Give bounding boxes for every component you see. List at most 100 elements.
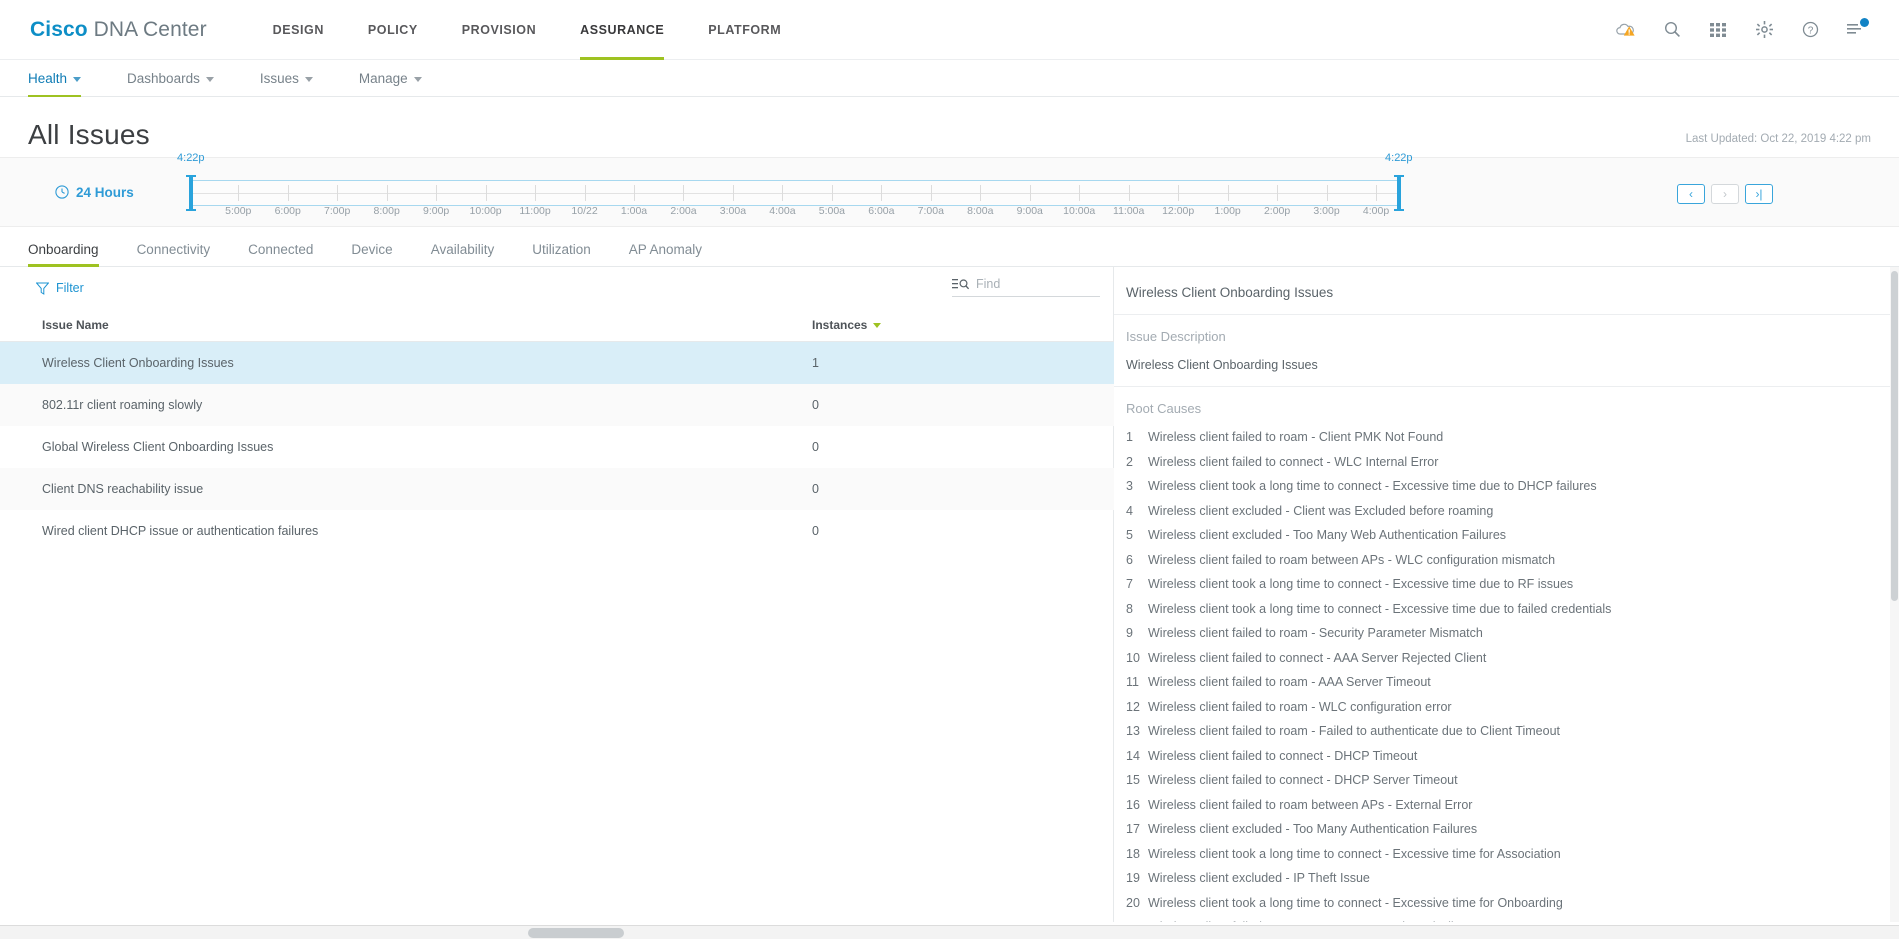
- issue-name-cell: Global Wireless Client Onboarding Issues: [42, 440, 274, 454]
- time-range-selector[interactable]: 24 Hours: [55, 185, 134, 200]
- tab-availability[interactable]: Availability: [431, 242, 495, 266]
- tab-utilization[interactable]: Utilization: [532, 242, 591, 266]
- issue-instances-cell: 0: [812, 384, 1114, 426]
- funnel-icon: [36, 282, 49, 295]
- issues-table: Issue Name Instances Wireless Client Onb…: [0, 309, 1114, 552]
- table-row[interactable]: 802.11r client roaming slowly 0: [0, 384, 1114, 426]
- root-cause-text: Wireless client failed to roam - AAA Ser…: [1148, 675, 1431, 689]
- root-cause-item: 9 Wireless client failed to roam - Securi…: [1126, 626, 1899, 640]
- root-cause-number: 14: [1126, 748, 1140, 763]
- root-cause-text: Wireless client failed to roam between A…: [1148, 552, 1556, 567]
- chevron-down-icon: [205, 76, 214, 82]
- app-window: Cisco DNA Center DESIGN POLICY PROVISION…: [0, 0, 1899, 939]
- tab-connected[interactable]: Connected: [248, 242, 313, 266]
- subnav-item-health[interactable]: Health: [28, 60, 97, 97]
- subnav-item-manage[interactable]: Manage: [359, 60, 438, 97]
- timeline-tick: [930, 185, 932, 201]
- root-cause-item: 19 Wireless client excluded - IP Theft Is…: [1126, 871, 1899, 885]
- timeline-tick: [1178, 185, 1180, 201]
- subnav-label-health: Health: [28, 70, 68, 86]
- root-cause-text: Wireless client took a long time to conn…: [1148, 601, 1612, 616]
- root-cause-number: 17: [1126, 822, 1140, 836]
- chevron-down-icon: [73, 76, 82, 82]
- timeline-tick: [485, 185, 487, 201]
- tab-connectivity[interactable]: Connectivity: [137, 242, 211, 266]
- root-cause-number: 7: [1126, 577, 1133, 591]
- nav-item-policy[interactable]: POLICY: [346, 0, 440, 60]
- timeline-tick: [386, 185, 388, 201]
- timeline-tick-label: 11:00p: [519, 205, 551, 217]
- cloud-warning-icon[interactable]: [1615, 19, 1637, 41]
- notifications-icon[interactable]: [1845, 17, 1869, 41]
- prev-button[interactable]: ‹: [1677, 184, 1705, 204]
- nav-item-assurance[interactable]: ASSURANCE: [558, 0, 686, 60]
- brand-bold: Cisco: [30, 17, 88, 41]
- subnav-item-dashboards[interactable]: Dashboards: [127, 60, 230, 97]
- nav-item-design[interactable]: DESIGN: [251, 0, 346, 60]
- column-header-instances[interactable]: Instances: [812, 309, 1114, 342]
- root-cause-text: Wireless client failed to roam between A…: [1148, 797, 1473, 812]
- timeline-tick: [683, 185, 685, 201]
- tab-onboarding[interactable]: Onboarding: [28, 242, 99, 267]
- page-title: All Issues: [28, 119, 150, 150]
- chevron-down-icon: [304, 76, 313, 82]
- timeline-track[interactable]: 5:00p 6:00p 7:00p 8:00p 9:00p 10:00p 11:00p 10/…: [177, 152, 1413, 218]
- root-cause-number: 16: [1126, 797, 1140, 812]
- timeline-tick: [535, 185, 537, 201]
- root-cause-item: 2 Wireless client failed to connect - WLC…: [1126, 455, 1899, 469]
- root-cause-number: 12: [1126, 699, 1140, 714]
- issue-instances-cell: 0: [812, 524, 819, 538]
- horizontal-scrollbar-thumb[interactable]: [528, 928, 624, 938]
- root-cause-item: 8 Wireless client took a long time to con…: [1126, 602, 1899, 616]
- timeline-tick: [634, 185, 635, 201]
- timeline-tick-label: 11:00a: [1113, 205, 1145, 217]
- search-filter-icon: [952, 278, 970, 289]
- timeline-tick: [831, 185, 833, 201]
- primary-nav: DESIGN POLICY PROVISION ASSURANCE PLATFO…: [251, 0, 804, 60]
- table-row[interactable]: Wired client DHCP issue or authenticatio…: [0, 510, 1114, 552]
- top-bar: Cisco DNA Center DESIGN POLICY PROVISION…: [0, 0, 1899, 60]
- nav-item-provision[interactable]: PROVISION: [440, 0, 558, 60]
- root-cause-number: 8: [1126, 601, 1133, 616]
- root-cause-number: 15: [1126, 773, 1140, 787]
- timeline-end-handle[interactable]: [1393, 175, 1404, 211]
- root-cause-item: 18 Wireless client took a long time to co…: [1126, 847, 1899, 861]
- horizontal-scrollbar[interactable]: [0, 925, 1899, 939]
- root-cause-text: Wireless client took a long time to conn…: [1148, 846, 1561, 861]
- filter-button[interactable]: Filter: [36, 281, 84, 295]
- root-cause-item: 13 Wireless client failed to roam - Faile…: [1126, 724, 1899, 738]
- timeline-tick: [1227, 185, 1229, 201]
- jump-latest-button[interactable]: ›|: [1745, 184, 1773, 204]
- detail-scrollbar-thumb[interactable]: [1891, 271, 1898, 601]
- timeline-tick-label: 4:00p: [1362, 205, 1390, 217]
- timeline-tick-label: 3:00a: [719, 205, 747, 217]
- column-header-issue-name[interactable]: Issue Name: [0, 309, 812, 342]
- next-button[interactable]: ›: [1711, 184, 1739, 204]
- column-header-issue-name-label: Issue Name: [42, 318, 109, 332]
- timeline-tick-label: 8:00p: [373, 205, 400, 217]
- gear-icon[interactable]: [1753, 19, 1775, 41]
- brand-logo[interactable]: Cisco DNA Center: [30, 18, 207, 42]
- tab-device[interactable]: Device: [351, 242, 392, 266]
- table-row[interactable]: Wireless Client Onboarding Issues 1: [0, 341, 1114, 384]
- detail-scrollbar[interactable]: [1890, 267, 1899, 922]
- help-icon[interactable]: ?: [1799, 19, 1821, 41]
- subnav-item-issues[interactable]: Issues: [260, 60, 329, 97]
- timeline-tick-label: 7:00a: [917, 205, 944, 217]
- root-cause-item: 12 Wireless client failed to roam - WLC c…: [1126, 700, 1899, 714]
- tab-ap-anomaly[interactable]: AP Anomaly: [629, 242, 702, 266]
- grid-apps-icon[interactable]: [1707, 19, 1729, 41]
- find-input[interactable]: Find: [952, 277, 1100, 297]
- column-header-instances-label: Instances: [812, 318, 868, 332]
- nav-item-platform[interactable]: PLATFORM: [686, 0, 803, 60]
- table-row[interactable]: Global Wireless Client Onboarding Issues…: [0, 426, 1114, 468]
- timeline-start-handle[interactable]: [185, 175, 196, 211]
- subnav-label-manage: Manage: [358, 70, 408, 86]
- search-icon[interactable]: [1661, 19, 1683, 41]
- timeline-tick-label: 8:00a: [967, 205, 994, 217]
- timeline-tick-label: 9:00p: [422, 205, 450, 217]
- root-causes-list: 1 Wireless client failed to roam - Client…: [1126, 430, 1899, 922]
- timeline-tick: [584, 185, 586, 201]
- table-row[interactable]: Client DNS reachability issue 0: [0, 468, 1114, 510]
- root-causes-section: Root Causes 1 Wireless client failed to r…: [1114, 387, 1899, 922]
